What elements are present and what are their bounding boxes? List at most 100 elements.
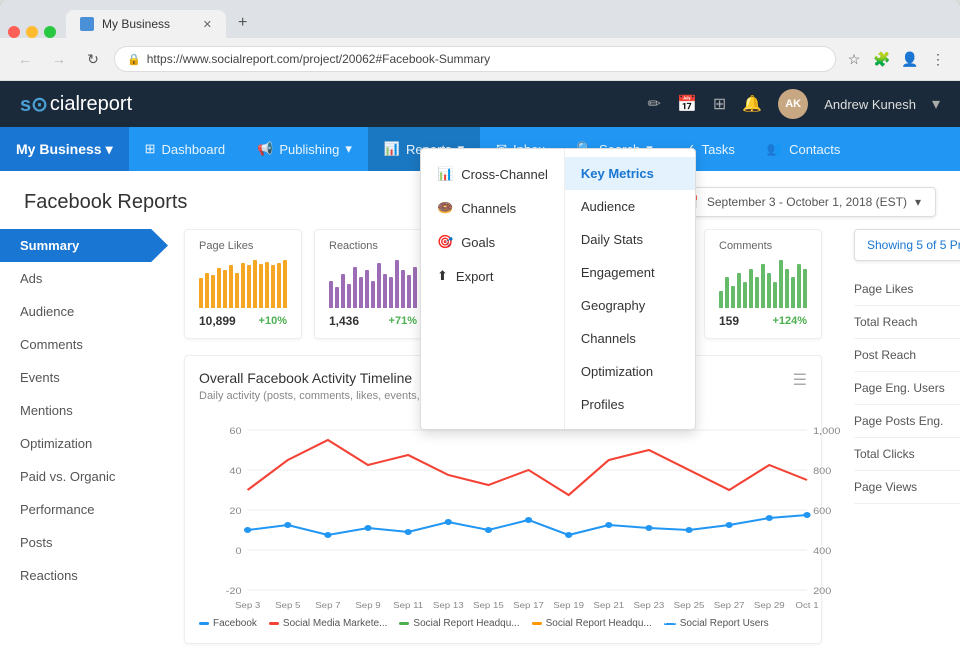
dropdown-profiles[interactable]: Profiles bbox=[565, 388, 695, 421]
user-chevron-icon[interactable]: ▾ bbox=[932, 94, 940, 114]
sidebar-summary-label: Summary bbox=[20, 238, 79, 253]
nav-publishing[interactable]: 📢 Publishing ▾ bbox=[241, 127, 368, 171]
user-name[interactable]: Andrew Kunesh bbox=[824, 97, 916, 112]
dropdown-engagement[interactable]: Engagement bbox=[565, 256, 695, 289]
reports-dropdown[interactable]: 📊 Cross-Channel 🍩 Channels 🎯 Goals ⬆ Exp… bbox=[420, 148, 696, 430]
nav-contacts[interactable]: 👥 Contacts bbox=[751, 127, 857, 171]
sidebar-paid-organic-label: Paid vs. Organic bbox=[20, 469, 115, 484]
nav-dashboard-label: Dashboard bbox=[162, 142, 226, 157]
dropdown-optimization[interactable]: Optimization bbox=[565, 355, 695, 388]
address-bar[interactable]: 🔒 https://www.socialreport.com/project/2… bbox=[114, 46, 836, 72]
sidebar-item-summary[interactable]: Summary bbox=[0, 229, 168, 262]
sidebar-item-mentions[interactable]: Mentions bbox=[0, 394, 168, 427]
browser-tab[interactable]: My Business ✕ bbox=[66, 10, 226, 38]
nav-brand[interactable]: My Business ▾ bbox=[0, 127, 129, 171]
forward-button[interactable]: → bbox=[46, 46, 72, 72]
extension-icon[interactable]: 🧩 bbox=[872, 49, 892, 69]
dropdown-daily-stats[interactable]: Daily Stats bbox=[565, 223, 695, 256]
profile-icon[interactable]: 👤 bbox=[900, 49, 920, 69]
stat-comments-value: 159 bbox=[719, 314, 739, 328]
bar bbox=[761, 264, 765, 308]
dropdown-key-metrics[interactable]: Key Metrics bbox=[565, 157, 695, 190]
date-picker[interactable]: 📅 September 3 - October 1, 2018 (EST) ▾ bbox=[669, 187, 936, 217]
more-icon[interactable]: ⋮ bbox=[928, 49, 948, 69]
dropdown-audience[interactable]: Audience bbox=[565, 190, 695, 223]
bar bbox=[743, 282, 747, 308]
bar bbox=[791, 277, 795, 308]
legend-social-report-1: Social Report Headqu... bbox=[399, 618, 519, 629]
bar bbox=[737, 273, 741, 308]
sidebar-item-ads[interactable]: Ads bbox=[0, 262, 168, 295]
calendar-icon[interactable]: 📅 bbox=[677, 94, 697, 114]
sidebar-item-comments[interactable]: Comments bbox=[0, 328, 168, 361]
edit-icon[interactable]: ✏ bbox=[648, 94, 661, 114]
metric-posts-eng-value: 17.7k bbox=[954, 414, 960, 428]
legend-social-media-label: Social Media Markete... bbox=[283, 618, 388, 629]
bar bbox=[785, 269, 789, 308]
stat-reactions-chart bbox=[329, 258, 417, 308]
profile-select[interactable]: Showing 5 of 5 Profiles ▾ bbox=[854, 229, 960, 261]
url-text: https://www.socialreport.com/project/200… bbox=[147, 52, 490, 66]
metric-page-likes-name: Page Likes bbox=[854, 282, 954, 296]
dropdown-channels[interactable]: 🍩 Channels bbox=[421, 191, 564, 225]
avatar[interactable]: AK bbox=[778, 89, 808, 119]
legend-social-report-users: Social Report Users bbox=[664, 618, 769, 629]
dashboard-icon: ⊞ bbox=[145, 141, 156, 157]
svg-text:Sep 17: Sep 17 bbox=[513, 601, 544, 610]
stat-comments-label: Comments bbox=[719, 240, 807, 252]
browser-window: My Business ✕ + ← → ↻ 🔒 https://www.soci… bbox=[0, 0, 960, 656]
grid-icon[interactable]: ⊞ bbox=[713, 94, 726, 114]
profile-select-label: Showing 5 of 5 Profiles bbox=[867, 238, 960, 252]
sidebar-item-audience[interactable]: Audience bbox=[0, 295, 168, 328]
geography-label: Geography bbox=[581, 298, 645, 313]
bar bbox=[253, 260, 257, 308]
bell-icon[interactable]: 🔔 bbox=[742, 94, 762, 114]
maximize-button[interactable] bbox=[44, 26, 56, 38]
stat-page-likes-label: Page Likes bbox=[199, 240, 287, 252]
minimize-button[interactable] bbox=[26, 26, 38, 38]
svg-text:600: 600 bbox=[813, 507, 832, 517]
svg-text:60: 60 bbox=[229, 427, 242, 437]
metric-page-views-name: Page Views bbox=[854, 480, 954, 494]
metric-total-reach-value: 937.7k bbox=[954, 315, 960, 329]
bar bbox=[223, 270, 227, 308]
svg-text:-20: -20 bbox=[226, 587, 242, 597]
nav-dashboard[interactable]: ⊞ Dashboard bbox=[129, 127, 242, 171]
legend-sr2-dot bbox=[532, 622, 542, 625]
legend-social-media: Social Media Markete... bbox=[269, 618, 388, 629]
dropdown-export[interactable]: ⬆ Export bbox=[421, 259, 564, 293]
sidebar-item-events[interactable]: Events bbox=[0, 361, 168, 394]
svg-text:Sep 7: Sep 7 bbox=[315, 601, 340, 610]
bar bbox=[797, 264, 801, 308]
refresh-button[interactable]: ↻ bbox=[80, 46, 106, 72]
bar bbox=[401, 270, 405, 308]
tab-bar: My Business ✕ + bbox=[0, 0, 960, 38]
sidebar-events-label: Events bbox=[20, 370, 60, 385]
sidebar-item-posts[interactable]: Posts bbox=[0, 526, 168, 559]
sidebar-item-paid-organic[interactable]: Paid vs. Organic bbox=[0, 460, 168, 493]
bar bbox=[395, 260, 399, 308]
star-icon[interactable]: ☆ bbox=[844, 49, 864, 69]
dropdown-cross-channel[interactable]: 📊 Cross-Channel bbox=[421, 157, 564, 191]
sidebar-optimization-label: Optimization bbox=[20, 436, 92, 451]
sidebar-item-optimization[interactable]: Optimization bbox=[0, 427, 168, 460]
tab-close-icon[interactable]: ✕ bbox=[203, 18, 212, 31]
dropdown-channels-2[interactable]: Channels bbox=[565, 322, 695, 355]
sidebar-item-reactions[interactable]: Reactions bbox=[0, 559, 168, 592]
close-button[interactable] bbox=[8, 26, 20, 38]
legend-sr1-dot bbox=[399, 622, 409, 625]
stat-page-likes-value: 10,899 bbox=[199, 314, 236, 328]
metric-post-reach-name: Post Reach bbox=[854, 348, 954, 362]
cross-channel-icon: 📊 bbox=[437, 166, 453, 182]
stat-page-likes-chart bbox=[199, 258, 287, 308]
metric-page-views: Page Views 6,875 34%↗ bbox=[854, 471, 960, 504]
topbar: s⊙ cialreport ✏ 📅 ⊞ 🔔 AK Andrew Kunesh ▾ bbox=[0, 81, 960, 127]
new-tab-button[interactable]: + bbox=[228, 8, 257, 38]
back-button[interactable]: ← bbox=[12, 46, 38, 72]
chart-menu-icon[interactable]: ☰ bbox=[793, 370, 807, 390]
sidebar-item-performance[interactable]: Performance bbox=[0, 493, 168, 526]
bar bbox=[371, 281, 375, 308]
dropdown-goals[interactable]: 🎯 Goals bbox=[421, 225, 564, 259]
dropdown-geography[interactable]: Geography bbox=[565, 289, 695, 322]
nav-tasks-label: Tasks bbox=[702, 142, 735, 157]
